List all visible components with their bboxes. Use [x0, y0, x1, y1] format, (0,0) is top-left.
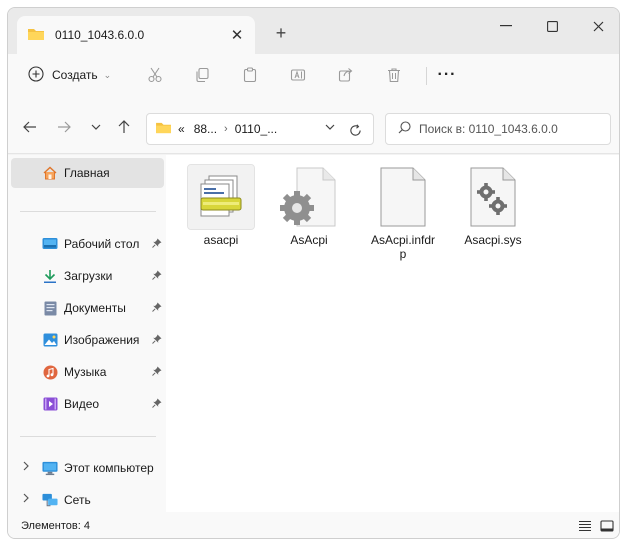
create-button[interactable]: Создать ⌄ [20, 62, 119, 88]
file-name: Asacpi.sys [464, 233, 522, 247]
breadcrumb-overflow[interactable]: « [178, 122, 185, 136]
forward-button[interactable] [53, 117, 75, 137]
videos-icon [42, 396, 58, 412]
sidebar-divider [20, 211, 156, 212]
title-bar: 0110_1043.6.0.0 ✕ + [8, 8, 619, 54]
sidebar-item-network[interactable]: Сеть [11, 485, 164, 515]
desktop-icon [42, 236, 58, 252]
search-box[interactable] [385, 113, 611, 145]
tab-title: 0110_1043.6.0.0 [55, 28, 145, 42]
plus-circle-icon [28, 65, 44, 85]
sidebar-item-label: Сеть [64, 493, 91, 507]
navigation-bar: « 88... › 0110_... [8, 96, 619, 154]
chevron-right-icon[interactable] [23, 461, 29, 474]
back-button[interactable] [19, 117, 41, 137]
more-options-button[interactable]: ··· [436, 64, 458, 86]
chevron-down-icon: ⌄ [103, 69, 112, 80]
file-item[interactable]: Asacpi.sys [458, 165, 528, 247]
cut-icon[interactable] [145, 65, 165, 85]
breadcrumb-current[interactable]: 0110_... [235, 122, 277, 136]
pin-icon[interactable] [151, 269, 163, 281]
details-view-button[interactable] [576, 518, 594, 534]
share-icon[interactable] [336, 65, 356, 85]
navigation-pane: Главная Рабочий стол Загрузки Документы … [8, 155, 166, 512]
pin-icon[interactable] [151, 237, 163, 249]
sidebar-item-label: Загрузки [64, 269, 113, 283]
file-name: asacpi [203, 233, 239, 247]
paste-icon[interactable] [240, 65, 260, 85]
downloads-icon [42, 268, 58, 284]
sidebar-item-videos[interactable]: Видео [11, 389, 164, 419]
breadcrumb-separator: › [224, 123, 228, 135]
address-bar[interactable]: « 88... › 0110_... [146, 113, 374, 145]
pin-icon[interactable] [151, 333, 163, 345]
sidebar-item-downloads[interactable]: Загрузки [11, 261, 164, 291]
folder-icon [27, 27, 45, 44]
status-bar: Элементов: 4 [8, 512, 619, 538]
sidebar-item-label: Главная [64, 166, 110, 180]
sidebar-item-desktop[interactable]: Рабочий стол [11, 229, 164, 259]
folder-icon [155, 121, 172, 137]
rename-icon[interactable] [288, 65, 308, 85]
new-tab-button[interactable]: + [270, 22, 292, 44]
sidebar-item-documents[interactable]: Документы [11, 293, 164, 323]
batch-file-icon [187, 164, 255, 230]
sidebar-item-home[interactable]: Главная [11, 158, 164, 188]
breadcrumb-parent[interactable]: 88... [194, 122, 217, 136]
pin-icon[interactable] [151, 365, 163, 377]
file-item[interactable]: asacpi [186, 164, 256, 247]
pin-icon[interactable] [151, 397, 163, 409]
address-history-button[interactable] [325, 122, 335, 133]
toolbar-separator [426, 67, 427, 85]
file-item[interactable]: AsAcpi [274, 165, 344, 247]
network-icon [42, 492, 58, 508]
create-label: Создать [52, 68, 98, 82]
pictures-icon [42, 332, 58, 348]
sidebar-divider [20, 436, 156, 437]
maximize-button[interactable] [529, 10, 575, 42]
pin-icon[interactable] [151, 301, 163, 313]
file-name: AsAcpi.infdrp [370, 233, 436, 261]
recent-locations-button[interactable] [85, 117, 107, 137]
sidebar-item-pictures[interactable]: Изображения [11, 325, 164, 355]
chevron-right-icon[interactable] [23, 493, 29, 506]
settings-file-icon [276, 165, 342, 229]
computer-icon [42, 460, 58, 476]
file-list: asacpi AsAcpi AsAcpi.infdrp Asacpi.sys [166, 155, 619, 512]
close-window-button[interactable] [575, 10, 619, 42]
sidebar-item-this-pc[interactable]: Этот компьютер [11, 453, 164, 483]
search-input[interactable] [419, 122, 599, 136]
up-button[interactable] [113, 117, 135, 137]
sidebar-item-label: Рабочий стол [64, 237, 140, 251]
sidebar-item-label: Музыка [64, 365, 107, 379]
sidebar-item-label: Видео [64, 397, 100, 411]
explorer-window: 0110_1043.6.0.0 ✕ + Создать ⌄ ··· « 88..… [7, 7, 620, 539]
item-count: Элементов: 4 [21, 520, 90, 532]
file-name: AsAcpi [290, 233, 328, 247]
large-icons-view-button[interactable] [598, 518, 616, 534]
search-icon [398, 121, 411, 137]
copy-icon[interactable] [192, 65, 212, 85]
command-bar: Создать ⌄ ··· [8, 54, 619, 96]
sidebar-item-label: Документы [64, 301, 126, 315]
sidebar-item-music[interactable]: Музыка [11, 357, 164, 387]
sidebar-item-label: Этот компьютер [64, 461, 154, 475]
blank-file-icon [370, 165, 436, 229]
sidebar-item-label: Изображения [64, 333, 140, 347]
home-icon [42, 165, 58, 181]
file-item[interactable]: AsAcpi.infdrp [368, 165, 438, 261]
close-tab-button[interactable]: ✕ [227, 25, 247, 45]
minimize-button[interactable] [483, 10, 529, 42]
documents-icon [42, 300, 58, 316]
music-icon [42, 364, 58, 380]
delete-icon[interactable] [384, 65, 404, 85]
refresh-button[interactable] [345, 120, 365, 140]
system-file-icon [460, 165, 526, 229]
tab-current-folder[interactable]: 0110_1043.6.0.0 ✕ [17, 16, 255, 54]
